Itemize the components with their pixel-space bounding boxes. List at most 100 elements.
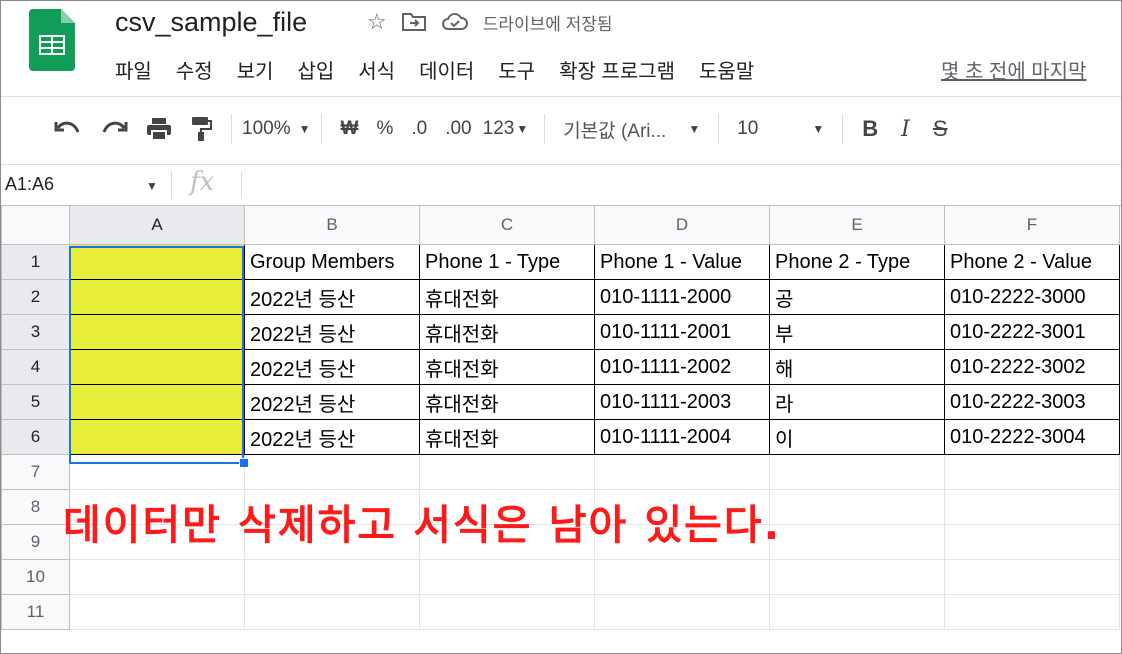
- print-icon[interactable]: [137, 117, 181, 141]
- bold-button[interactable]: B: [853, 116, 887, 142]
- cell[interactable]: [69, 349, 245, 385]
- cell[interactable]: [944, 454, 1120, 490]
- menu-data[interactable]: 데이터: [413, 55, 480, 84]
- cell[interactable]: 010-1111-2004: [594, 419, 770, 455]
- cell[interactable]: Group Members: [244, 244, 420, 280]
- cell[interactable]: 010-1111-2002: [594, 349, 770, 385]
- menu-file[interactable]: 파일: [109, 55, 158, 84]
- increase-decimal-button[interactable]: .00: [436, 118, 480, 140]
- cell[interactable]: [69, 559, 245, 595]
- menu-extensions[interactable]: 확장 프로그램: [553, 55, 681, 84]
- cell[interactable]: [69, 384, 245, 420]
- name-box[interactable]: A1:A6: [5, 174, 54, 195]
- column-header-b[interactable]: B: [244, 205, 420, 245]
- italic-button[interactable]: I: [887, 117, 924, 142]
- menu-tools[interactable]: 도구: [492, 55, 541, 84]
- cell[interactable]: [769, 454, 945, 490]
- zoom-select[interactable]: 100% ▼: [242, 118, 311, 140]
- cell[interactable]: Phone 2 - Value: [944, 244, 1120, 280]
- cell[interactable]: 휴대전화: [419, 419, 595, 455]
- column-header-f[interactable]: F: [944, 205, 1120, 245]
- redo-icon[interactable]: [91, 118, 137, 140]
- move-folder-icon[interactable]: [401, 11, 427, 33]
- chevron-down-icon[interactable]: ▼: [146, 179, 158, 193]
- cell-a1[interactable]: [69, 244, 245, 280]
- column-header-e[interactable]: E: [769, 205, 945, 245]
- cell[interactable]: 010-2222-3001: [944, 314, 1120, 350]
- cell[interactable]: 010-1111-2000: [594, 279, 770, 315]
- row-header[interactable]: 2: [1, 279, 70, 315]
- cell[interactable]: 휴대전화: [419, 314, 595, 350]
- row-header[interactable]: 9: [1, 524, 70, 560]
- cell[interactable]: [244, 454, 420, 490]
- menu-help[interactable]: 도움말: [693, 55, 760, 84]
- cell[interactable]: 휴대전화: [419, 384, 595, 420]
- column-header-c[interactable]: C: [419, 205, 595, 245]
- cell[interactable]: 이: [769, 419, 945, 455]
- cell[interactable]: [244, 559, 420, 595]
- menu-edit[interactable]: 수정: [170, 55, 219, 84]
- star-icon[interactable]: ☆: [367, 7, 387, 37]
- cell[interactable]: [769, 489, 945, 525]
- cell[interactable]: 해: [769, 349, 945, 385]
- cell[interactable]: Phone 1 - Type: [419, 244, 595, 280]
- cell[interactable]: 010-1111-2001: [594, 314, 770, 350]
- cell[interactable]: [594, 559, 770, 595]
- currency-format-button[interactable]: ₩: [332, 118, 368, 140]
- sheets-logo-icon[interactable]: [29, 9, 75, 71]
- cell[interactable]: [944, 559, 1120, 595]
- cell[interactable]: [69, 419, 245, 455]
- cell[interactable]: 휴대전화: [419, 279, 595, 315]
- font-select[interactable]: 기본값 (Ari... ▼: [555, 116, 708, 143]
- cell[interactable]: 2022년 등산: [244, 419, 420, 455]
- percent-format-button[interactable]: %: [367, 118, 402, 140]
- paint-format-icon[interactable]: [181, 116, 221, 142]
- last-edit-link[interactable]: 몇 초 전에 마지막: [941, 55, 1086, 84]
- cell[interactable]: 공: [769, 279, 945, 315]
- cell[interactable]: [69, 594, 245, 630]
- more-formats-select[interactable]: 123 ▼: [481, 118, 529, 140]
- row-header[interactable]: 4: [1, 349, 70, 385]
- cell[interactable]: Phone 1 - Value: [594, 244, 770, 280]
- cell[interactable]: [69, 279, 245, 315]
- cell[interactable]: 2022년 등산: [244, 314, 420, 350]
- row-header[interactable]: 1: [1, 244, 70, 280]
- cell[interactable]: 2022년 등산: [244, 279, 420, 315]
- column-header-d[interactable]: D: [594, 205, 770, 245]
- menu-format[interactable]: 서식: [352, 55, 401, 84]
- decrease-decimal-button[interactable]: .0: [402, 118, 436, 140]
- row-header[interactable]: 3: [1, 314, 70, 350]
- cell[interactable]: [244, 594, 420, 630]
- menu-view[interactable]: 보기: [231, 55, 280, 84]
- cell[interactable]: [944, 489, 1120, 525]
- cell[interactable]: [769, 559, 945, 595]
- document-title[interactable]: csv_sample_file: [115, 7, 307, 38]
- row-header[interactable]: 6: [1, 419, 70, 455]
- cell[interactable]: 휴대전화: [419, 349, 595, 385]
- cell[interactable]: [69, 314, 245, 350]
- cell[interactable]: [944, 594, 1120, 630]
- cell[interactable]: [69, 454, 245, 490]
- cell[interactable]: 010-2222-3002: [944, 349, 1120, 385]
- font-size-select[interactable]: 10 ▼: [729, 118, 832, 140]
- cloud-saved-icon[interactable]: [441, 11, 469, 33]
- select-all-corner[interactable]: [1, 205, 70, 245]
- cell[interactable]: [419, 594, 595, 630]
- cell[interactable]: [769, 594, 945, 630]
- cell[interactable]: [594, 594, 770, 630]
- column-header-a[interactable]: A: [69, 205, 245, 245]
- cell[interactable]: 010-1111-2003: [594, 384, 770, 420]
- cell[interactable]: 2022년 등산: [244, 349, 420, 385]
- formula-input[interactable]: [251, 173, 1111, 197]
- cell[interactable]: 2022년 등산: [244, 384, 420, 420]
- cell[interactable]: [419, 454, 595, 490]
- cell[interactable]: 010-2222-3004: [944, 419, 1120, 455]
- cell[interactable]: 010-2222-3003: [944, 384, 1120, 420]
- row-header[interactable]: 11: [1, 594, 70, 630]
- cell[interactable]: 부: [769, 314, 945, 350]
- cell[interactable]: [594, 454, 770, 490]
- cell[interactable]: 라: [769, 384, 945, 420]
- cell[interactable]: Phone 2 - Type: [769, 244, 945, 280]
- cell[interactable]: 010-2222-3000: [944, 279, 1120, 315]
- undo-icon[interactable]: [45, 118, 91, 140]
